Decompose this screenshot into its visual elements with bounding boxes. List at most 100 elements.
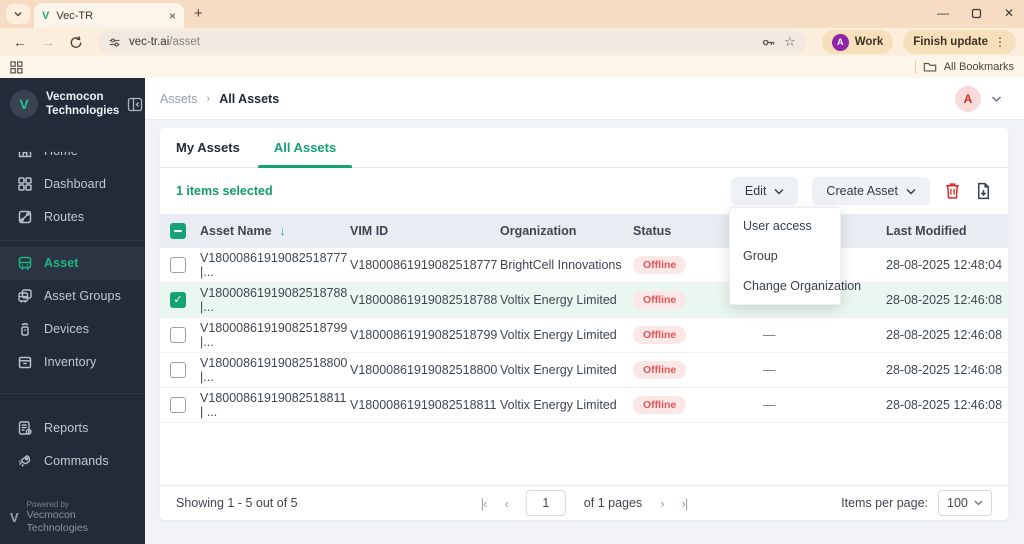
tune-icon[interactable] [108,36,121,49]
asset-groups-icon [18,289,32,303]
menu-item-user-access[interactable]: User access [730,211,840,241]
table-row[interactable]: ✓ V18000861919082518788 |... V1800086191… [160,283,1008,318]
breadcrumb-assets[interactable]: Assets [160,92,198,106]
new-tab-button[interactable]: + [194,6,203,21]
edit-dropdown-menu: User access Group Change Organization [729,207,861,305]
apps-grid-icon[interactable] [10,60,23,74]
tab-close-icon[interactable]: × [169,10,176,22]
sidebar-item-home[interactable]: Home [0,151,145,168]
col-organization[interactable]: Organization [500,224,633,238]
sort-desc-icon[interactable]: ↓ [280,224,286,238]
select-all-checkbox[interactable] [170,223,186,239]
asset-bus-icon [18,257,32,271]
prev-page-icon[interactable]: ‹ [504,496,508,511]
reload-icon[interactable] [64,35,88,50]
breadcrumb: Assets › All Assets [160,92,279,106]
sidebar-item-reports[interactable]: Reports [0,412,145,445]
create-asset-button[interactable]: Create Asset [812,177,930,205]
forward-icon[interactable]: → [36,34,60,50]
first-page-icon[interactable]: |‹ [481,496,488,511]
tab-my-assets[interactable]: My Assets [176,128,240,167]
back-icon[interactable]: ← [8,34,32,50]
all-bookmarks-button[interactable]: All Bookmarks [914,60,1014,74]
col-vim-id[interactable]: VIM ID [350,224,500,238]
items-per-page: Items per page: 100 [841,490,992,516]
password-key-icon[interactable] [761,35,776,50]
more-menu-icon[interactable]: ⋮ [994,35,1006,49]
next-page-icon[interactable]: › [660,496,664,511]
col-asset-name[interactable]: Asset Name ↓ [200,224,350,238]
browser-chrome: V Vec-TR × + — ✕ ← → vec-tr.ai/asset ☆ A… [0,0,1024,78]
edit-button[interactable]: Edit [730,177,799,205]
devices-icon [21,323,29,336]
row-checkbox[interactable] [170,397,186,413]
sidebar: V Vecmocon Technologies Home Dashboard R… [0,78,145,544]
app-window: V Vecmocon Technologies Home Dashboard R… [0,78,1024,544]
toolbar: 1 items selected Edit Create Asset [160,168,1008,214]
menu-item-change-organization[interactable]: Change Organization [730,271,861,301]
row-checkbox[interactable] [170,257,186,273]
row-checkbox[interactable] [170,327,186,343]
tab-search-button[interactable] [6,4,30,24]
status-badge: Offline [633,361,687,379]
tabs-row: My Assets All Assets [160,128,1008,168]
selection-count: 1 items selected [176,184,273,198]
delete-trash-icon[interactable] [944,182,961,200]
restore-icon[interactable] [971,8,982,19]
bookmarks-separator [914,60,916,74]
tab-strip: V Vec-TR × + — ✕ [0,0,1024,28]
row-checkbox[interactable]: ✓ [170,292,186,308]
brand-name: Vecmocon Technologies [46,91,120,118]
tab-title: Vec-TR [56,9,94,22]
table-row[interactable]: V18000861919082518800 |... V180008619190… [160,353,1008,388]
close-icon[interactable]: ✕ [1004,6,1014,20]
menu-item-group[interactable]: Group [730,241,840,271]
chevron-down-icon [906,188,916,194]
sidebar-item-asset[interactable]: Asset [0,246,145,280]
sidebar-collapse-icon[interactable] [127,97,143,112]
sidebar-item-asset-groups[interactable]: Asset Groups [0,280,145,313]
col-status[interactable]: Status [633,224,743,238]
col-last-modified[interactable]: Last Modified [873,224,1008,238]
last-page-icon[interactable]: ›| [682,496,689,511]
update-chip[interactable]: Finish update ⋮ [903,30,1016,54]
browser-navbar: ← → vec-tr.ai/asset ☆ A Work Finish upda… [0,28,1024,56]
status-badge: Offline [633,256,687,274]
sidebar-item-inventory[interactable]: Inventory [0,346,145,379]
sidebar-item-devices[interactable]: Devices [0,313,145,346]
chevron-down-icon [14,12,22,17]
page-input[interactable] [525,490,566,516]
chevron-down-icon[interactable] [991,95,1002,103]
breadcrumb-all-assets: All Assets [219,91,280,106]
tab-all-assets[interactable]: All Assets [257,128,353,168]
folder-icon [923,62,936,72]
export-file-icon[interactable] [975,182,992,200]
showing-summary: Showing 1 - 5 out of 5 [176,496,298,510]
sidebar-item-routes[interactable]: Routes [0,201,145,234]
table-row[interactable]: V18000861919082518799 |... V180008619190… [160,318,1008,353]
table-row[interactable]: V18000861919082518777 |... V180008619190… [160,248,1008,283]
header-user-menu[interactable]: A [955,85,1002,112]
bookmark-star-icon[interactable]: ☆ [784,34,796,50]
sidebar-item-commands[interactable]: Commands [0,445,145,478]
row-checkbox[interactable] [170,362,186,378]
chevron-down-icon [974,500,983,506]
powered-by-label: Powered by [26,499,69,509]
status-badge: Offline [633,396,687,414]
footer-company: Vecmocon Technologies [26,508,88,535]
sidebar-item-dashboard[interactable]: Dashboard [0,168,145,201]
minimize-icon[interactable]: — [937,6,949,20]
sidebar-divider [0,392,145,394]
dashboard-icon [18,177,32,191]
bookmarks-bar: All Bookmarks [0,56,1024,78]
browser-tab[interactable]: V Vec-TR × [34,3,184,28]
table-row[interactable]: V18000861919082518811 | ... V18000861919… [160,388,1008,423]
sidebar-nav: Home Dashboard Routes Asset Asset Groups [0,135,145,478]
url-bar[interactable]: vec-tr.ai/asset ☆ [98,31,806,53]
status-badge: Offline [633,326,687,344]
items-per-page-select[interactable]: 100 [938,490,992,516]
avatar[interactable]: A [955,85,981,112]
assets-card: My Assets All Assets 1 items selected Ed… [160,128,1008,520]
profile-chip[interactable]: A Work [821,30,894,54]
sidebar-footer: V Powered by Vecmocon Technologies [0,500,145,536]
